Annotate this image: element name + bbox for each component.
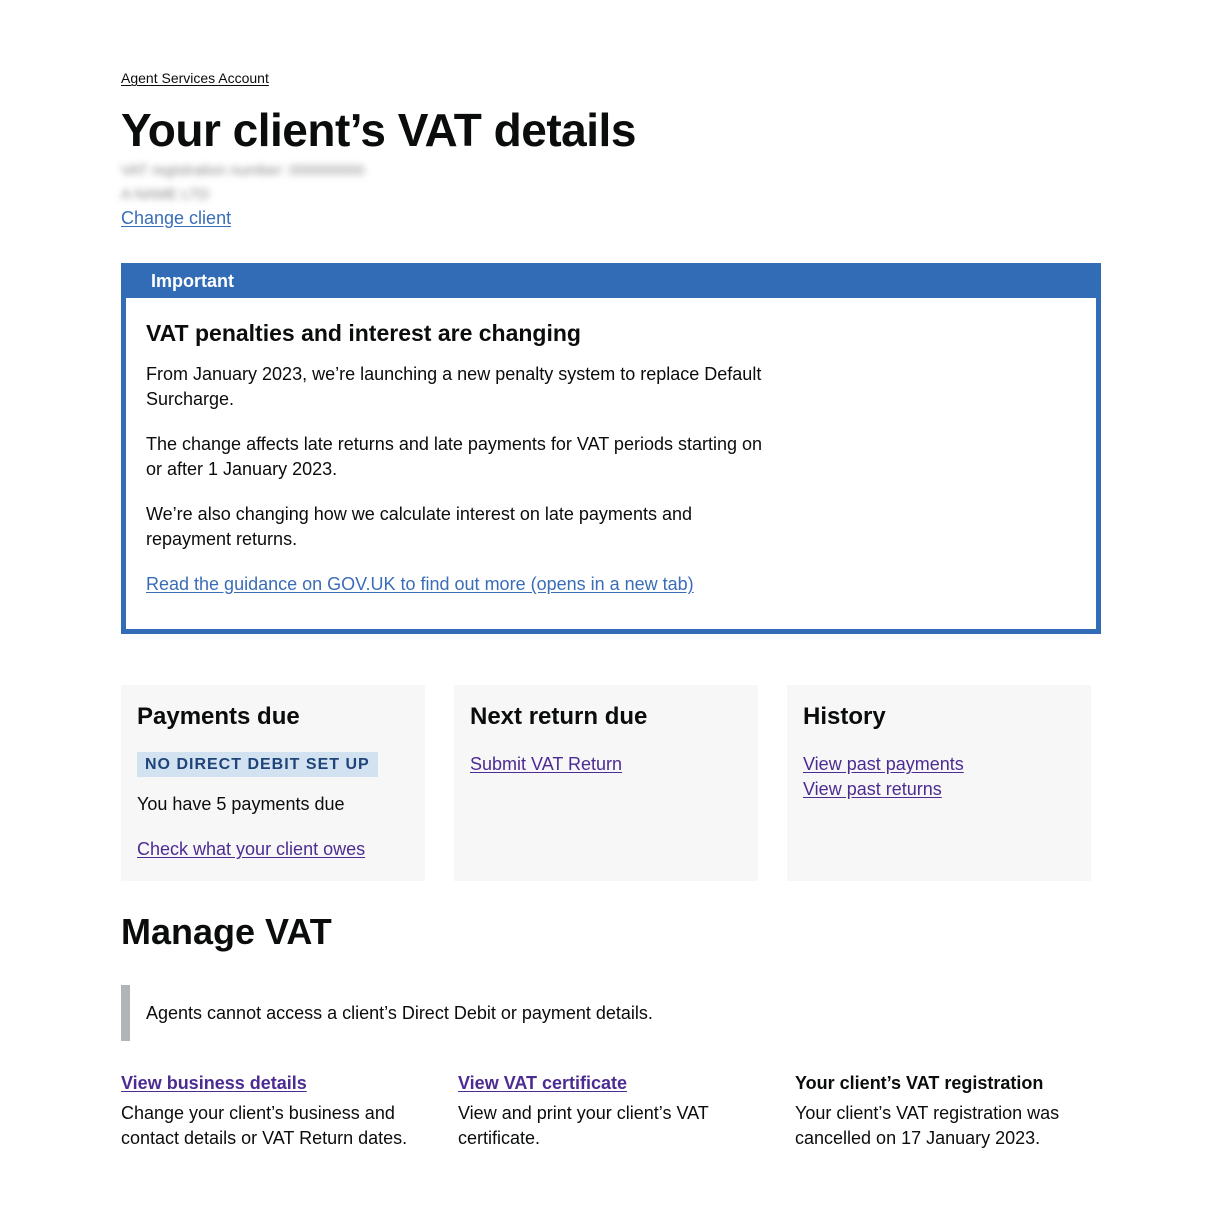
payments-due-card: Payments due NO DIRECT DEBIT SET UP You …: [121, 685, 425, 881]
manage-item-description: Change your client’s business and contac…: [121, 1103, 408, 1148]
change-client-link[interactable]: Change client: [121, 208, 231, 229]
banner-paragraph: The change affects late returns and late…: [146, 434, 763, 479]
payments-due-count: You have 5 payments due: [137, 794, 345, 814]
direct-debit-status-tag: NO DIRECT DEBIT SET UP: [137, 752, 378, 777]
card-title: History: [803, 703, 886, 730]
card-title: Next return due: [470, 703, 648, 730]
card-title: Payments due: [137, 703, 300, 730]
inset-text: Agents cannot access a client’s Direct D…: [121, 985, 821, 1041]
summary-cards: Payments due NO DIRECT DEBIT SET UP You …: [121, 685, 1101, 881]
history-card: History View past payments View past ret…: [787, 685, 1091, 881]
breadcrumb-agent-services-account[interactable]: Agent Services Account: [121, 70, 269, 86]
banner-title: Important: [121, 263, 1101, 298]
banner-paragraph: From January 2023, we’re launching a new…: [146, 364, 762, 409]
view-past-payments-link[interactable]: View past payments: [803, 752, 1075, 777]
client-name-redacted: A NAME LTD: [121, 186, 210, 203]
vat-registration-heading: Your client’s VAT registration: [795, 1073, 1044, 1093]
submit-vat-return-link[interactable]: Submit VAT Return: [470, 752, 742, 777]
banner-paragraph: We’re also changing how we calculate int…: [146, 504, 692, 549]
manage-item-description: View and print your client’s VAT certifi…: [458, 1103, 709, 1148]
manage-vat-heading: Manage VAT: [121, 911, 332, 952]
manage-item-vat-registration: Your client’s VAT registration Your clie…: [795, 1071, 1105, 1151]
next-return-due-card: Next return due Submit VAT Return: [454, 685, 758, 881]
manage-item-vat-certificate: View VAT certificate View and print your…: [458, 1071, 768, 1151]
important-notification-banner: Important VAT penalties and interest are…: [121, 263, 1101, 634]
view-vat-certificate-link[interactable]: View VAT certificate: [458, 1071, 627, 1096]
client-vat-number-redacted: VAT registration number: 000000000: [121, 162, 365, 179]
guidance-link[interactable]: Read the guidance on GOV.UK to find out …: [146, 574, 694, 594]
manage-item-description: Your client’s VAT registration was cance…: [795, 1103, 1060, 1148]
banner-content: VAT penalties and interest are changing …: [126, 298, 766, 597]
view-business-details-link[interactable]: View business details: [121, 1071, 307, 1096]
manage-item-business-details: View business details Change your client…: [121, 1071, 431, 1151]
check-client-owes-link[interactable]: Check what your client owes: [137, 837, 409, 862]
banner-heading: VAT penalties and interest are changing: [146, 320, 581, 346]
page-title: Your client’s VAT details: [121, 104, 636, 156]
view-past-returns-link[interactable]: View past returns: [803, 777, 1075, 802]
